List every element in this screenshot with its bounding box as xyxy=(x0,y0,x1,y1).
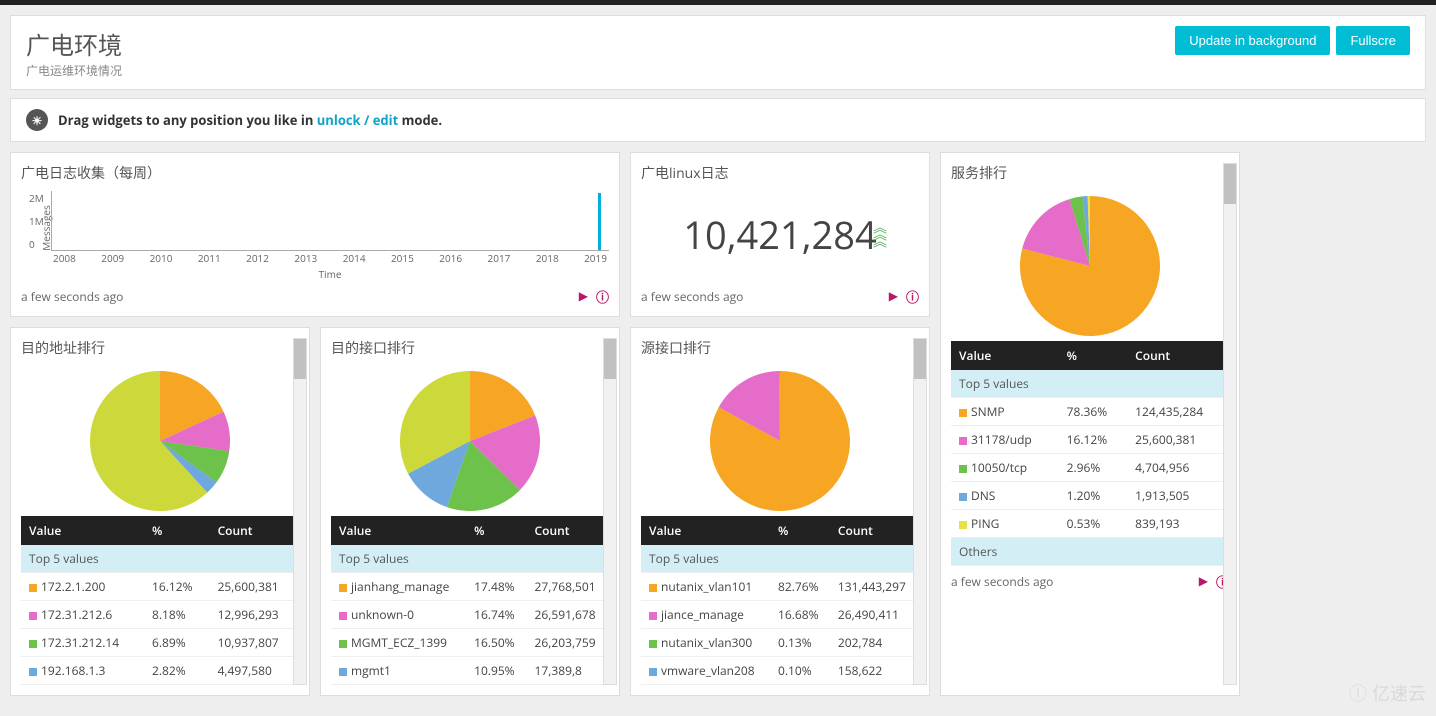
widget-src-port-rank[interactable]: 源接口排行 Value%Count Top 5 valuesnutanix_vl… xyxy=(630,327,930,696)
widget-title: 广电日志收集（每周） xyxy=(21,163,609,183)
table-row[interactable]: jiance_manage16.68%26,490,411 xyxy=(641,601,919,629)
watermark: ⓘ 亿速云 xyxy=(1349,680,1426,706)
lightbulb-icon: ☀ xyxy=(26,109,48,131)
page-subtitle: 广电运维环境情况 xyxy=(26,62,122,79)
table-row[interactable]: nutanix_vlan10182.76%131,443,297 xyxy=(641,573,919,601)
data-table: Value%Count Top 5 valuesnutanix_vlan1018… xyxy=(641,516,919,685)
counter-value: 10,421,284 ︽︽︽ xyxy=(641,191,919,279)
table-row[interactable]: vmware_vlan2080.10%158,622 xyxy=(641,657,919,685)
play-icon[interactable]: ▶ xyxy=(889,287,898,306)
table-row[interactable]: 31178/udp16.12%25,600,381 xyxy=(951,426,1229,454)
widget-title: 服务排行 xyxy=(951,163,1229,183)
fullscreen-button[interactable]: Fullscre xyxy=(1336,26,1410,55)
scrollbar[interactable] xyxy=(293,338,307,685)
table-row[interactable]: jianhang_manage17.48%27,768,501 xyxy=(331,573,609,601)
data-table: Value%Count Top 5 valuesSNMP78.36%124,43… xyxy=(951,341,1229,566)
page-header: 广电环境 广电运维环境情况 Update in background Fulls… xyxy=(10,15,1426,90)
pie-chart xyxy=(85,366,235,516)
scrollbar[interactable] xyxy=(1223,163,1237,685)
update-background-button[interactable]: Update in background xyxy=(1175,26,1330,55)
table-row[interactable]: nutanix_vlan3000.13%202,784 xyxy=(641,629,919,657)
scrollbar[interactable] xyxy=(913,338,927,685)
widget-title: 源接口排行 xyxy=(641,338,919,358)
table-row[interactable]: 172.31.212.146.89%10,937,807 xyxy=(21,629,299,657)
pie-chart xyxy=(1015,191,1165,341)
histogram-chart: Messages 2M1M0 2008200920102011201220132… xyxy=(51,191,609,281)
pie-chart xyxy=(395,366,545,516)
widget-timestamp: a few seconds ago xyxy=(951,573,1053,590)
table-row[interactable]: 172.31.212.68.18%12,996,293 xyxy=(21,601,299,629)
widget-log-collection[interactable]: 广电日志收集（每周） Messages 2M1M0 20082009201020… xyxy=(10,152,620,317)
data-table: Value%Count Top 5 values172.2.1.20016.12… xyxy=(21,516,299,685)
widget-timestamp: a few seconds ago xyxy=(641,288,743,305)
widget-service-rank[interactable]: 服务排行 Value%Count Top 5 valuesSNMP78.36%1… xyxy=(940,152,1240,696)
table-row[interactable]: 192.168.1.32.82%4,497,580 xyxy=(21,657,299,685)
pie-chart xyxy=(705,366,855,516)
data-table: Value%Count Top 5 valuesjianhang_manage1… xyxy=(331,516,609,685)
page-title: 广电环境 xyxy=(26,26,122,62)
info-icon[interactable]: ⓘ xyxy=(906,287,919,306)
table-row[interactable]: PING0.53%839,193 xyxy=(951,510,1229,538)
table-row[interactable]: 10050/tcp2.96%4,704,956 xyxy=(951,454,1229,482)
play-icon[interactable]: ▶ xyxy=(579,287,588,306)
table-row[interactable]: MGMT_ECZ_139916.50%26,203,759 xyxy=(331,629,609,657)
table-row[interactable]: SNMP78.36%124,435,284 xyxy=(951,398,1229,426)
widget-dest-addr-rank[interactable]: 目的地址排行 Value%Count Top 5 values172.2.1.2… xyxy=(10,327,310,696)
widget-title: 目的地址排行 xyxy=(21,338,299,358)
drag-hint-bar: ☀ Drag widgets to any position you like … xyxy=(10,98,1426,142)
widget-timestamp: a few seconds ago xyxy=(21,288,123,305)
widget-linux-log-counter[interactable]: 广电linux日志 10,421,284 ︽︽︽ a few seconds a… xyxy=(630,152,930,317)
table-row[interactable]: 172.2.1.20016.12%25,600,381 xyxy=(21,573,299,601)
table-row[interactable]: DNS1.20%1,913,505 xyxy=(951,482,1229,510)
widget-title: 广电linux日志 xyxy=(641,163,919,183)
table-row[interactable]: mgmt110.95%17,389,8 xyxy=(331,657,609,685)
trend-up-icon: ︽︽︽ xyxy=(873,225,887,246)
play-icon[interactable]: ▶ xyxy=(1199,572,1208,591)
widget-title: 目的接口排行 xyxy=(331,338,609,358)
unlock-edit-link[interactable]: unlock / edit xyxy=(317,111,399,129)
scrollbar[interactable] xyxy=(603,338,617,685)
drag-hint-text: Drag widgets to any position you like in… xyxy=(58,111,442,129)
table-row[interactable]: unknown-016.74%26,591,678 xyxy=(331,601,609,629)
info-icon[interactable]: ⓘ xyxy=(596,287,609,306)
widget-dest-port-rank[interactable]: 目的接口排行 Value%Count Top 5 valuesjianhang_… xyxy=(320,327,620,696)
